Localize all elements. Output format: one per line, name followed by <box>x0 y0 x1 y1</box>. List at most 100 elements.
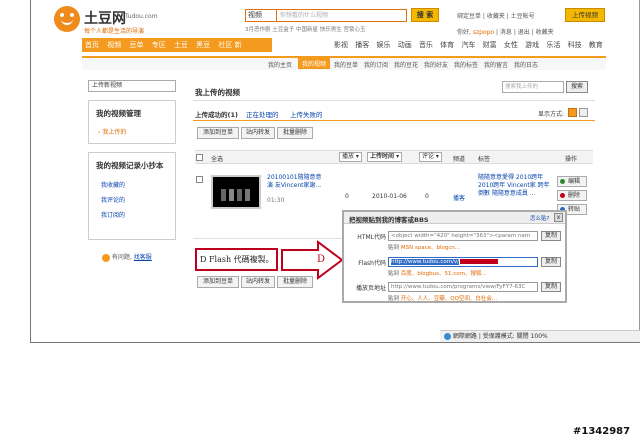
page-url-hint: 贴到 开心、人人、豆瓣、QQ空间、白社会... <box>388 296 498 302</box>
copy-flash-button[interactable]: 复制 <box>541 257 561 267</box>
subnav-item[interactable]: 我的日志 <box>514 60 538 69</box>
contact-support-link[interactable]: 找客服 <box>134 254 152 261</box>
video-manage-title: 我的视频管理 <box>96 109 141 118</box>
list-view-icon[interactable] <box>579 108 588 117</box>
sort-by-plays[interactable]: 播放 ▾ <box>339 152 362 162</box>
close-icon[interactable]: x <box>554 213 563 222</box>
subnav-item[interactable]: 我的标签 <box>454 60 478 69</box>
page-url-label: 播放页地址 <box>355 285 386 292</box>
username-link[interactable]: szpopo <box>473 29 494 36</box>
sidebar-item-my-uploads[interactable]: › 我上传的 <box>98 127 126 136</box>
channel-item[interactable]: 教育 <box>589 41 603 49</box>
welcome-links[interactable]: | 消息 | 退出 | 收藏夹 <box>496 29 554 36</box>
annotation-arrow-icon <box>281 240 344 280</box>
share-button[interactable]: 站内转发 <box>241 127 275 139</box>
subnav-item[interactable]: 我的豆单 <box>334 60 358 69</box>
nav-item[interactable]: 视频 <box>107 41 121 49</box>
upload-video-button[interactable]: 上传视频 <box>565 8 605 22</box>
video-title-link[interactable]: 20100101隨隨意意演 友Vincent家謝... <box>267 174 327 190</box>
subnav-item[interactable]: 我的留言 <box>484 60 508 69</box>
tab-upload-failed[interactable]: 上传失败的 <box>290 109 323 119</box>
sidebar-item-subscriptions[interactable]: 我订阅的 <box>101 210 125 219</box>
subnav-item[interactable]: 我的主页 <box>268 60 292 69</box>
channel-item[interactable]: 乐活 <box>546 41 560 49</box>
channel-item[interactable]: 汽车 <box>461 41 475 49</box>
nav-item[interactable]: 社区 新 <box>218 41 241 49</box>
subnav-item[interactable]: 我的豆花 <box>394 60 418 69</box>
subnav-item[interactable]: 我的订阅 <box>364 60 388 69</box>
sort-by-upload-time[interactable]: 上传时间 ▾ <box>367 152 403 162</box>
nav-item[interactable]: 黑豆 <box>196 41 210 49</box>
how-to-link[interactable]: 怎么贴? <box>530 214 549 222</box>
channel-item[interactable]: 动画 <box>398 41 412 49</box>
html-code-label: HTML代码 <box>357 234 386 241</box>
embed-popup: 把视频贴到我的博客或BBS 怎么贴? x HTML代码 <object widt… <box>342 210 567 303</box>
batch-delete-button-bottom[interactable]: 批量删除 <box>277 276 313 288</box>
channel-item[interactable]: 科技 <box>568 41 582 49</box>
channel-item[interactable]: 音乐 <box>419 41 433 49</box>
search-input[interactable]: 你想看的什么视频 <box>277 9 407 22</box>
popup-header: 把视频贴到我的博客或BBS 怎么贴? x <box>344 212 565 224</box>
subnav-item-active[interactable]: 我的视频 <box>298 58 331 69</box>
sub-nav: 我的主页 我的视频 我的豆单 我的订阅 我的豆花 我的好友 我的标签 我的留言 … <box>82 56 606 70</box>
video-channel-link[interactable]: 播客 <box>453 193 465 202</box>
edit-button[interactable]: 编辑 <box>557 176 587 187</box>
share-button-bottom[interactable]: 站内转发 <box>241 276 275 288</box>
top-links[interactable]: 绑定豆单 | 收藏夹 | 土豆帐号 <box>457 11 535 20</box>
video-tags[interactable]: 隨隨意意愛得 2010跨年 2010跨年 Vincent家 跨年倒數 隨隨意意成… <box>478 174 550 198</box>
video-row-checkbox[interactable] <box>196 176 203 183</box>
channel-item[interactable]: 娱乐 <box>376 41 390 49</box>
copy-url-button[interactable]: 复制 <box>541 282 561 292</box>
welcome-greeting: 你好, <box>457 29 471 36</box>
logo-text[interactable]: 土豆网 <box>84 8 126 28</box>
sidebar-item-comments[interactable]: 我评论的 <box>101 195 125 204</box>
main-nav: 首页 视频 豆单 专区 土豆 黑豆 社区 新 <box>82 38 272 52</box>
title-divider <box>193 100 595 101</box>
table-header: 全选 播放 ▾ 上传时间 ▾ 评论 ▾ 频道 标签 操作 <box>195 150 593 164</box>
flash-code-hint: 贴到 百度、blogbus、51.com、搜狐... <box>388 271 487 277</box>
sort-by-comments[interactable]: 评论 ▾ <box>419 152 442 162</box>
welcome-bar: 你好, szpopo | 消息 | 退出 | 收藏夹 <box>457 27 554 36</box>
subnav-item[interactable]: 我的好友 <box>424 60 448 69</box>
channel-item[interactable]: 财富 <box>483 41 497 49</box>
tab-upload-success[interactable]: 上传成功的(1) <box>195 109 238 119</box>
channel-item[interactable]: 游戏 <box>525 41 539 49</box>
tab-processing[interactable]: 正在处理的 <box>246 109 279 119</box>
status-text: 網際網路 | 受保護模式: 關閉 100% <box>452 333 548 340</box>
channel-item[interactable]: 女性 <box>504 41 518 49</box>
channel-item[interactable]: 影视 <box>334 41 348 49</box>
delete-button[interactable]: 删除 <box>557 190 587 201</box>
upload-new-select[interactable]: 上传新视频 <box>88 80 176 92</box>
thumbnail-figure <box>221 189 226 201</box>
my-uploads-search-button[interactable]: 搜索 <box>566 81 588 93</box>
nav-item[interactable]: 专区 <box>152 41 166 49</box>
delete-icon <box>560 193 565 198</box>
thumbnail-figure <box>229 189 234 201</box>
video-manage-box <box>88 100 176 144</box>
search-type-select[interactable]: 视频 <box>245 9 277 22</box>
hot-words[interactable]: 3月恶作剧 土豆盒子 中国新星 快乐男生 宫锁心玉 <box>245 25 366 33</box>
ops-column: 操作 <box>565 156 578 163</box>
my-uploads-search-input[interactable]: 搜索我上传的 <box>502 81 564 93</box>
channel-item[interactable]: 体育 <box>440 41 454 49</box>
help-line: 有问题, 找客服 <box>102 252 152 262</box>
nav-item[interactable]: 豆单 <box>129 41 143 49</box>
select-all-checkbox[interactable] <box>196 154 203 161</box>
flash-code-field[interactable]: http://www.tudou.com/v/ <box>388 257 538 267</box>
search-button[interactable]: 搜 索 <box>411 8 439 22</box>
page-url-field[interactable]: http://www.tudou.com/programs/view/FyFY7… <box>388 282 538 292</box>
add-to-playlist-button-bottom[interactable]: 添加到豆单 <box>197 276 239 288</box>
nav-item[interactable]: 土豆 <box>174 41 188 49</box>
thumbnail-figure <box>237 189 242 201</box>
add-to-playlist-button[interactable]: 添加到豆单 <box>197 127 239 139</box>
sidebar-item-favorites[interactable]: 我收藏的 <box>101 180 125 189</box>
copy-html-button[interactable]: 复制 <box>541 231 561 241</box>
batch-delete-button[interactable]: 批量删除 <box>277 127 313 139</box>
grid-view-icon[interactable] <box>568 108 577 117</box>
redacted-mark <box>460 259 499 264</box>
nav-item[interactable]: 首页 <box>85 41 99 49</box>
channel-item[interactable]: 播客 <box>355 41 369 49</box>
html-code-field[interactable]: <object width="420" height="363"><param … <box>388 231 538 241</box>
video-thumbnail[interactable] <box>211 175 261 209</box>
thumbnail-figure <box>245 189 250 201</box>
